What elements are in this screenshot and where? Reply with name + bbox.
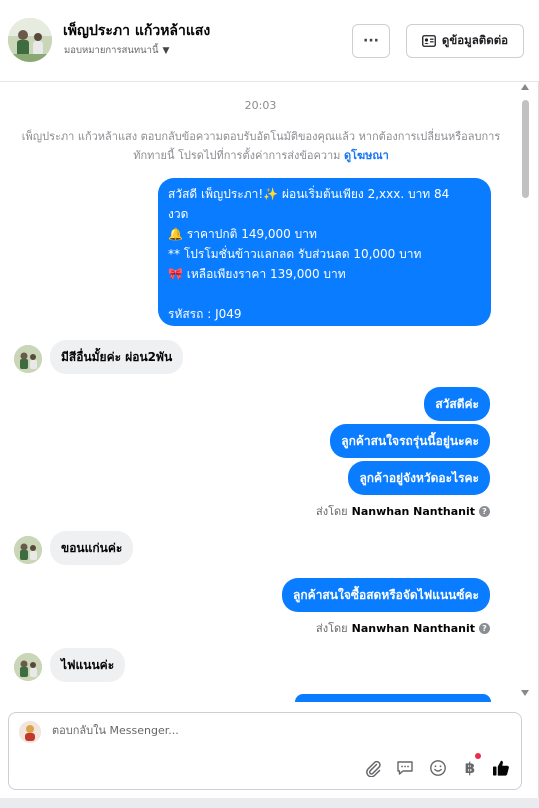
- outgoing-message: ลูกค้าสนใจรถรุ่นนี้อยู่นะคะ: [330, 424, 490, 458]
- page-avatar: [19, 721, 41, 743]
- auto-reply-line: 🔔 ราคาปกติ 149,000 บาท: [168, 227, 317, 241]
- bottom-strip: [0, 798, 539, 808]
- view-contact-button[interactable]: ดูข้อมูลติดต่อ: [406, 24, 524, 58]
- emoji-icon[interactable]: [427, 757, 449, 779]
- assign-label: มอบหมายการสนทนานี้: [64, 45, 159, 56]
- incoming-message: ไฟแนนค่ะ: [50, 648, 126, 682]
- outgoing-message-partial: [295, 694, 491, 702]
- incoming-message: มีสีอื่นมั้ยค่ะ ผ่อน2พัน: [50, 340, 184, 374]
- auto-reply-line: สวัสดี เพ็ญประภา!✨ ผ่อนเริ่มต้นเพียง 2,x…: [168, 187, 450, 201]
- contact-avatar-small: [14, 345, 42, 373]
- auto-reply-line: รหัสรถ : J049: [168, 307, 242, 321]
- view-contact-label: ดูข้อมูลติดต่อ: [441, 33, 509, 47]
- notification-dot: [475, 753, 481, 759]
- assign-conversation-dropdown[interactable]: มอบหมายการสนทนานี้ ▼: [64, 43, 169, 58]
- outgoing-message: ลูกค้าอยู่จังหวัดอะไรคะ: [348, 461, 490, 495]
- sent-by-info: ส่งโดย Nanwhan Nanthanit ?: [316, 619, 490, 637]
- scroll-up-arrow-icon[interactable]: [521, 84, 529, 90]
- contact-avatar[interactable]: [8, 18, 52, 62]
- notice-text: เพ็ญประภา แก้วหล้าแสง ตอบกลับข้อความตอบร…: [21, 130, 501, 162]
- outgoing-message: สวัสดีค่ะ: [424, 387, 490, 421]
- saved-reply-icon[interactable]: [394, 757, 416, 779]
- contact-avatar-small: [14, 536, 42, 564]
- sender-name: Nanwhan Nanthanit: [351, 621, 475, 635]
- help-icon[interactable]: ?: [479, 505, 490, 517]
- like-icon[interactable]: [490, 757, 512, 779]
- messenger-panel: เพ็ญประภา แก้วหล้าแสง มอบหมายการสนทนานี้…: [0, 0, 539, 808]
- sent-by-info: ส่งโดย Nanwhan Nanthanit ?: [316, 502, 490, 520]
- auto-reply-line: งวด: [168, 207, 189, 221]
- auto-reply-notice: เพ็ญประภา แก้วหล้าแสง ตอบกลับข้อความตอบร…: [18, 127, 504, 165]
- contact-name[interactable]: เพ็ญประภา แก้วหล้าแสง: [63, 20, 210, 42]
- auto-reply-message: สวัสดี เพ็ญประภา!✨ ผ่อนเริ่มต้นเพียง 2,x…: [158, 178, 491, 326]
- contact-avatar-small: [14, 653, 42, 681]
- sent-by-label: ส่งโดย: [316, 505, 348, 518]
- reply-composer: ฿: [8, 712, 522, 790]
- help-icon[interactable]: ?: [479, 622, 490, 634]
- incoming-message: ขอนแก่นค่ะ: [50, 531, 134, 565]
- attach-icon[interactable]: [362, 757, 384, 779]
- contact-card-icon: [422, 35, 436, 47]
- auto-reply-line: ** โปรโมชั่นข้าวแลกลด รับส่วนลด 10,000 บ…: [168, 247, 422, 261]
- sent-by-label: ส่งโดย: [316, 622, 348, 635]
- more-options-button[interactable]: ···: [352, 24, 390, 58]
- reply-input[interactable]: [52, 724, 492, 737]
- auto-reply-line: [168, 284, 481, 304]
- message-scrollbar[interactable]: [521, 84, 531, 700]
- outgoing-message: ลูกค้าสนใจซื้อสดหรือจัดไฟแนนซ์คะ: [282, 578, 490, 612]
- currency-icon[interactable]: ฿: [459, 757, 481, 779]
- scroll-down-arrow-icon[interactable]: [521, 690, 529, 696]
- sender-name: Nanwhan Nanthanit: [351, 504, 475, 518]
- caret-down-icon: ▼: [162, 45, 170, 56]
- scroll-thumb[interactable]: [522, 100, 529, 198]
- view-ad-link[interactable]: ดูโฆษณา: [344, 149, 389, 162]
- conversation-header: เพ็ญประภา แก้วหล้าแสง มอบหมายการสนทนานี้…: [0, 0, 539, 82]
- message-timestamp: 20:03: [244, 99, 277, 112]
- auto-reply-line: 🎀 เหลือเพียงราคา 139,000 บาท: [168, 267, 346, 281]
